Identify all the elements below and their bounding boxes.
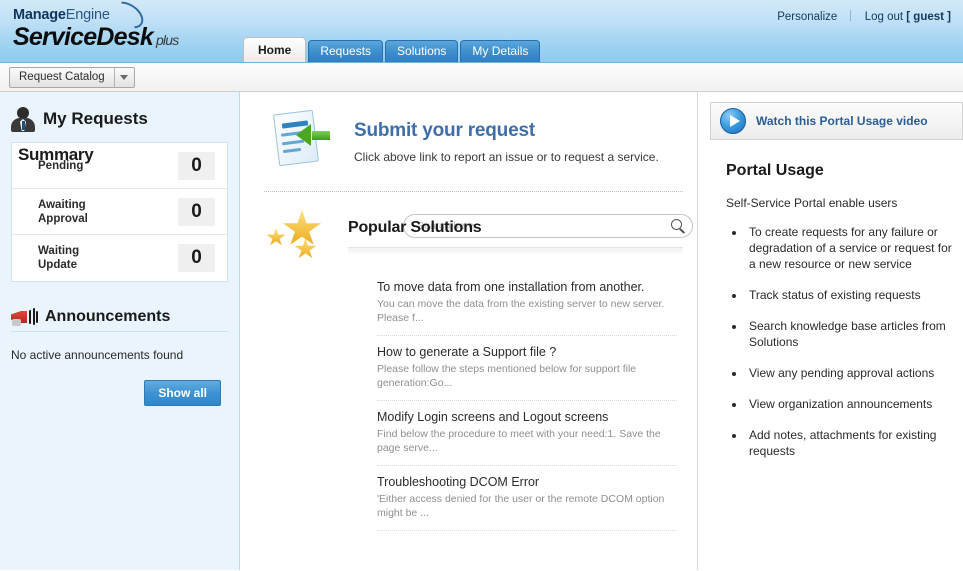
summary-title: Summary bbox=[18, 145, 94, 164]
solution-title[interactable]: How to generate a Support file ? bbox=[377, 345, 677, 360]
stars-icon bbox=[264, 208, 332, 264]
list-item: View any pending approval actions bbox=[746, 365, 953, 381]
search-icon bbox=[671, 219, 686, 234]
submit-request-section[interactable]: Submit your request Click above link to … bbox=[264, 109, 683, 172]
submit-request-subtitle: Click above link to report an issue or t… bbox=[354, 149, 659, 164]
personalize-link[interactable]: Personalize bbox=[777, 11, 837, 23]
announcements-title: Announcements bbox=[45, 308, 171, 325]
caret-down-shape bbox=[120, 75, 129, 80]
chevron-down-icon[interactable] bbox=[113, 68, 134, 87]
summary-count-pending: 0 bbox=[178, 151, 215, 180]
center-content: Submit your request Click above link to … bbox=[240, 92, 698, 570]
submit-request-text: Submit your request Click above link to … bbox=[354, 110, 659, 164]
solutions-header-rule bbox=[348, 247, 683, 254]
megaphone-icon bbox=[11, 308, 38, 326]
page-body: My Requests Summary Pending 0 Awaiting Ap… bbox=[0, 92, 963, 570]
section-divider bbox=[264, 191, 683, 192]
list-item: View organization announcements bbox=[746, 396, 953, 412]
tab-my-details[interactable]: My Details bbox=[460, 40, 541, 62]
document-with-arrow-icon bbox=[270, 109, 332, 172]
portal-usage-list: To create requests for any failure or de… bbox=[746, 224, 953, 459]
user-account-links: Personalize Log out [ guest ] bbox=[777, 10, 951, 23]
list-item: To create requests for any failure or de… bbox=[746, 224, 953, 272]
logo-plus-label: plus bbox=[155, 31, 179, 48]
submit-request-link[interactable]: Submit your request bbox=[354, 120, 535, 141]
list-item[interactable]: To move data from one installation from … bbox=[377, 271, 677, 336]
left-sidebar: My Requests Summary Pending 0 Awaiting Ap… bbox=[0, 92, 240, 570]
summary-row-waiting-update[interactable]: Waiting Update 0 bbox=[12, 235, 227, 281]
manageengine-logo[interactable]: ManageEngine ServiceDesk plus bbox=[13, 0, 179, 50]
logo-engine-text: Engine bbox=[65, 7, 110, 23]
announcements-divider bbox=[11, 331, 228, 332]
announcements-header: Announcements bbox=[11, 308, 228, 326]
solution-description: Please follow the steps mentioned below … bbox=[377, 363, 637, 389]
play-icon bbox=[720, 108, 746, 134]
portal-usage-intro: Self-Service Portal enable users bbox=[726, 196, 898, 210]
summary-label-awaiting-approval: Awaiting Approval bbox=[38, 198, 88, 225]
popular-solutions-section: Popular Solutions bbox=[264, 208, 693, 264]
logo-servicedesk-text: ServiceDesk plus bbox=[13, 24, 179, 50]
request-catalog-label: Request Catalog bbox=[19, 71, 105, 83]
logo-manageengine-text: ManageEngine bbox=[13, 0, 178, 34]
request-summary-panel: Summary Pending 0 Awaiting Approval 0 Wai… bbox=[11, 142, 228, 282]
video-link-label: Watch this Portal Usage video bbox=[756, 114, 928, 128]
link-separator bbox=[850, 10, 852, 21]
secondary-toolbar: Request Catalog bbox=[0, 63, 963, 92]
summary-label-waiting-update: Waiting Update bbox=[38, 245, 80, 271]
my-requests-header: My Requests bbox=[11, 106, 228, 132]
summary-count-waiting-update: 0 bbox=[178, 244, 215, 272]
portal-usage-content: Portal Usage Self-Service Portal enable … bbox=[704, 140, 963, 459]
solution-title[interactable]: To move data from one installation from … bbox=[377, 280, 677, 295]
popular-solutions-header: Popular Solutions bbox=[348, 208, 693, 254]
solutions-list: To move data from one installation from … bbox=[264, 271, 683, 531]
show-all-wrapper: Show all bbox=[11, 380, 228, 406]
main-navigation-tabs: Home Requests Solutions My Details bbox=[243, 37, 542, 62]
list-item: Add notes, attachments for existing requ… bbox=[746, 427, 953, 459]
list-item: Track status of existing requests bbox=[746, 287, 953, 303]
request-catalog-dropdown[interactable]: Request Catalog bbox=[9, 67, 135, 88]
popular-solutions-title: Popular Solutions bbox=[348, 219, 482, 236]
solution-title[interactable]: Troubleshooting DCOM Error bbox=[377, 475, 677, 490]
solution-description: You can move the data from the existing … bbox=[377, 298, 665, 324]
list-item[interactable]: Troubleshooting DCOM Error 'Either acces… bbox=[377, 466, 677, 531]
list-item: Search knowledge base articles from Solu… bbox=[746, 318, 953, 350]
list-item[interactable]: How to generate a Support file ? Please … bbox=[377, 336, 677, 401]
solution-title[interactable]: Modify Login screens and Logout screens bbox=[377, 410, 677, 425]
summary-row-awaiting-approval[interactable]: Awaiting Approval 0 bbox=[12, 189, 227, 235]
show-all-button[interactable]: Show all bbox=[144, 380, 221, 406]
person-icon bbox=[11, 106, 35, 132]
page-header: ManageEngine ServiceDesk plus Personalize… bbox=[0, 0, 963, 63]
solution-description: Find below the procedure to meet with yo… bbox=[377, 428, 661, 454]
tab-home[interactable]: Home bbox=[243, 37, 307, 62]
current-user-label: [ guest ] bbox=[906, 11, 951, 23]
service-desk-portal: ManageEngine ServiceDesk plus Personalize… bbox=[0, 0, 963, 571]
search-button[interactable] bbox=[664, 215, 692, 237]
portal-usage-video-link[interactable]: Watch this Portal Usage video bbox=[710, 102, 963, 140]
summary-count-awaiting-approval: 0 bbox=[178, 197, 215, 226]
my-requests-title: My Requests bbox=[43, 109, 148, 128]
logout-link[interactable]: Log out bbox=[865, 11, 903, 23]
solution-description: 'Either access denied for the user or th… bbox=[377, 493, 665, 519]
list-item[interactable]: Modify Login screens and Logout screens … bbox=[377, 401, 677, 466]
right-panel: Watch this Portal Usage video Portal Usa… bbox=[698, 92, 963, 570]
tab-solutions[interactable]: Solutions bbox=[385, 40, 459, 62]
portal-usage-title: Portal Usage bbox=[726, 162, 824, 179]
announcements-empty-message: No active announcements found bbox=[11, 348, 184, 362]
logo-manage-text: Manage bbox=[13, 7, 66, 23]
tab-requests[interactable]: Requests bbox=[308, 40, 384, 62]
